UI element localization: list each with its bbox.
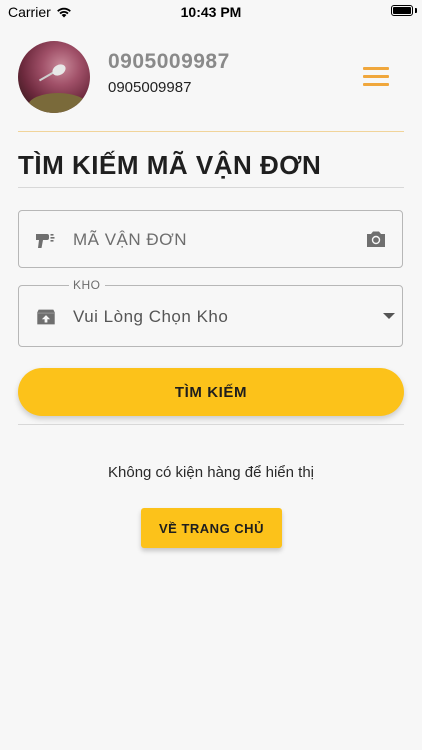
status-bar: Carrier 10:43 PM: [0, 0, 422, 24]
header-divider: [18, 131, 404, 132]
archive-icon: [37, 309, 55, 325]
profile-name: 0905009987: [108, 50, 230, 73]
battery-tip: [415, 8, 417, 13]
tracking-code-placeholder: MÃ VẬN ĐƠN: [73, 230, 188, 249]
empty-results-message: Không có kiện hàng để hiển thị: [108, 464, 314, 481]
battery-icon: [391, 5, 413, 16]
avatar[interactable]: [18, 41, 90, 113]
results-divider: [18, 424, 404, 425]
page-title: TÌM KIẾM MÃ VẬN ĐƠN: [18, 150, 322, 180]
search-button-label: TÌM KIẾM: [174, 383, 248, 401]
warehouse-label: KHO: [69, 278, 105, 292]
title-divider: [18, 187, 404, 188]
warehouse-select[interactable]: KHO Vui Lòng Chọn Kho: [18, 278, 403, 347]
camera-icon[interactable]: [364, 227, 388, 251]
back-to-home-button[interactable]: VỀ TRANG CHỦ: [141, 508, 282, 548]
home-button-label: VỀ TRANG CHỦ: [159, 520, 264, 536]
avatar-spoon: [50, 62, 68, 78]
barcode-scanner-icon: [36, 234, 55, 248]
menu-button[interactable]: [361, 65, 391, 89]
profile-phone: 0905009987: [108, 79, 192, 96]
search-button[interactable]: TÌM KIẾM: [18, 368, 404, 416]
battery-level: [393, 7, 411, 14]
avatar-plate: [28, 93, 88, 113]
tracking-code-field[interactable]: MÃ VẬN ĐƠN: [18, 210, 403, 268]
menu-line: [363, 67, 389, 70]
menu-line: [363, 83, 389, 86]
dropdown-arrow-icon[interactable]: [382, 309, 396, 323]
warehouse-selected-value: Vui Lòng Chọn Kho: [73, 307, 229, 326]
status-time: 10:43 PM: [180, 4, 242, 20]
menu-line: [363, 75, 389, 78]
